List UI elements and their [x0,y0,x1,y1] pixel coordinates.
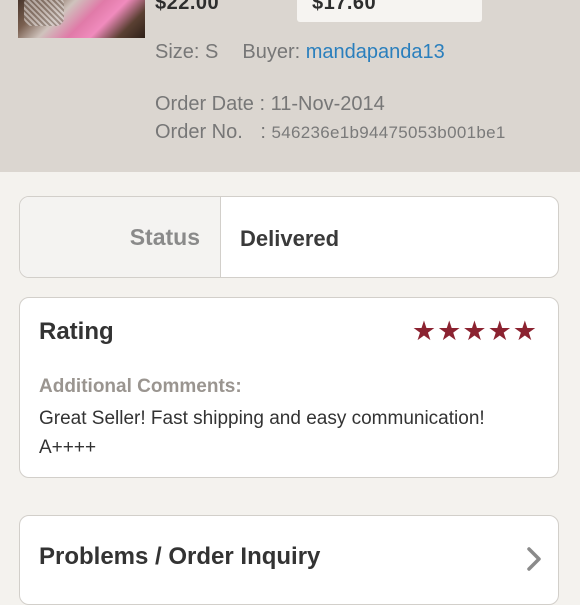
rating-title: Rating [39,318,114,345]
chevron-right-icon [527,547,541,571]
star-icon: ★ [411,316,437,346]
order-number-label: Order No. [155,121,243,143]
earnings-price: $17.60 [312,0,377,14]
earnings-box: $17.60 [297,0,482,22]
star-icon: ★ [462,316,487,346]
order-date-row: Order Date : 11-Nov-2014 [155,93,385,116]
comments-text: Great Seller! Fast shipping and easy com… [39,408,485,458]
comments-label: Additional Comments: [39,376,242,397]
item-thumbnail[interactable] [18,0,145,38]
star-icon: ★ [512,316,537,346]
size-label: Size: S [155,41,219,63]
star-icon: ★ [437,316,462,346]
size-buyer-row: Size: S Buyer: mandapanda13 [155,41,445,64]
star-icon: ★ [487,316,512,346]
order-number-value: 546236e1b94475053b001be1 [271,123,506,142]
status-card: Status Delivered [19,196,559,278]
order-number-row: Order No. : 546236e1b94475053b001be1 [155,121,506,144]
status-label: Status [129,224,200,250]
order-number-separator: : [254,121,272,143]
status-label-cell: Status [20,197,221,277]
star-rating: ★ ★ ★ ★ ★ [412,316,537,346]
buyer-label: Buyer: [242,41,301,63]
order-summary: $22.00 $17.60 Size: S Buyer: mandapanda13… [0,0,580,172]
status-value: Delivered [240,226,340,251]
order-inquiry-label: Problems / Order Inquiry [39,543,321,570]
listing-price: $22.00 [155,0,220,14]
rating-card: Rating ★ ★ ★ ★ ★ Additional Comments: Great … [19,297,559,478]
order-inquiry-button[interactable]: Problems / Order Inquiry [19,515,559,605]
order-date-value: 11-Nov-2014 [270,93,385,115]
buyer-name-link[interactable]: mandapanda13 [306,41,445,63]
order-date-label: Order Date : [155,93,271,115]
